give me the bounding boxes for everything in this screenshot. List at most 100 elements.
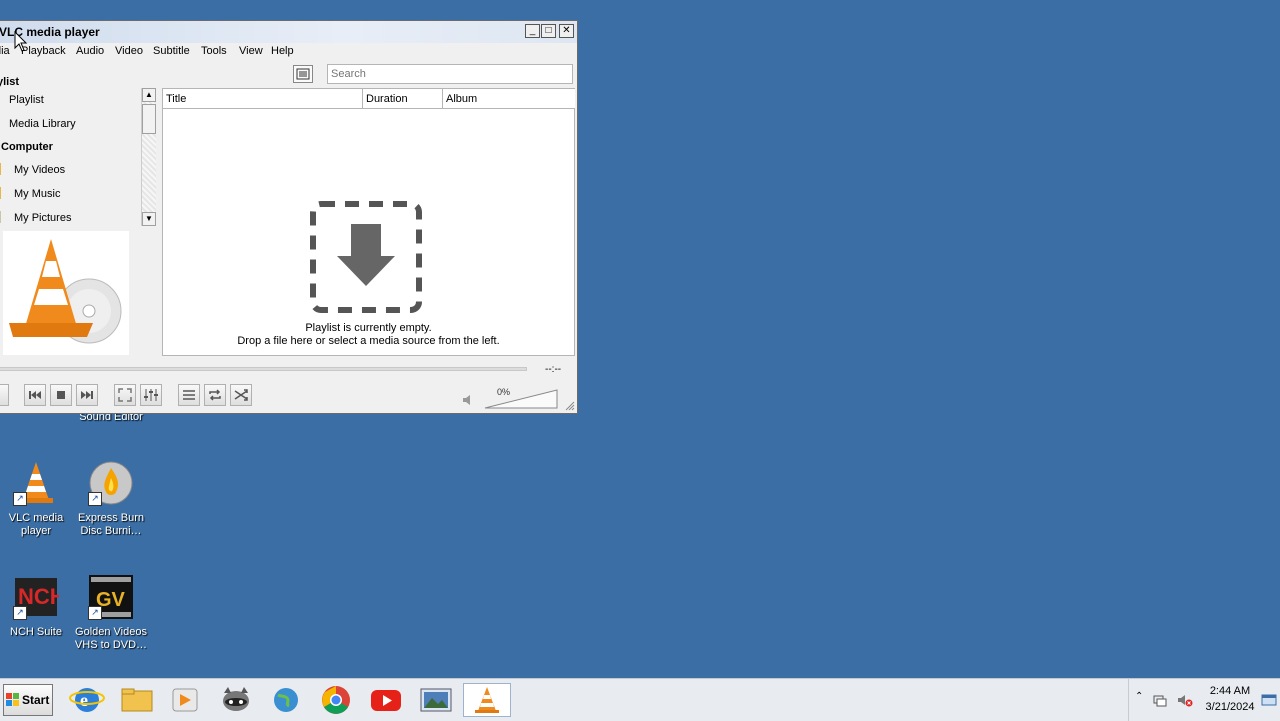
previous-icon — [29, 391, 41, 399]
youtube-icon — [371, 690, 401, 711]
taskbar-photo-app[interactable] — [416, 683, 456, 717]
taskbar-youtube[interactable] — [366, 683, 406, 717]
express-burn-icon: ↗ — [88, 460, 134, 506]
internet-explorer-icon: e — [69, 688, 105, 712]
sidebar: Playlist Media Library Computer My Video… — [0, 87, 157, 227]
stop-button[interactable] — [50, 384, 72, 406]
fullscreen-icon — [118, 388, 132, 402]
shuffle-button[interactable] — [230, 384, 252, 406]
mouse-cursor-icon — [14, 31, 28, 52]
vlc-cone-icon — [475, 687, 499, 713]
minimize-button[interactable]: _ — [525, 24, 540, 38]
menu-tools[interactable]: Tools — [201, 45, 227, 57]
volume-slider[interactable] — [483, 388, 559, 410]
clock-time[interactable]: 2:44 AM — [1200, 685, 1260, 697]
stop-icon — [57, 391, 65, 399]
taskbar-internet-explorer[interactable]: e — [67, 683, 107, 717]
start-label: Start — [22, 693, 50, 707]
album-art — [3, 231, 129, 355]
menu-help[interactable]: Help — [271, 45, 294, 57]
shortcut-arrow-icon: ↗ — [13, 606, 27, 620]
sidebar-scrollbar[interactable]: ▲ ▼ — [141, 88, 156, 226]
nch-suite-icon: NCH ↗ — [13, 574, 66, 620]
resize-grip-icon[interactable] — [564, 400, 575, 411]
taskbar-media-app[interactable] — [165, 683, 205, 717]
sidebar-item-my-music[interactable]: My Music — [14, 188, 60, 200]
menu-audio[interactable]: Audio — [76, 45, 104, 57]
show-hidden-icons-icon[interactable]: ⌃ — [1135, 691, 1143, 702]
time-display: --:-- — [545, 364, 562, 375]
playlist-view-button[interactable] — [293, 65, 313, 83]
maximize-button[interactable]: □ — [541, 24, 556, 38]
menu-view[interactable]: View — [239, 45, 263, 57]
taskbar-vlc[interactable] — [463, 683, 511, 717]
scroll-thumb[interactable] — [142, 104, 156, 134]
folder-icon — [0, 163, 1, 175]
volume-muted-icon[interactable] — [1177, 693, 1193, 707]
globe-icon — [274, 688, 298, 712]
close-button[interactable]: ✕ — [559, 24, 574, 38]
clock-date[interactable]: 3/21/2024 — [1200, 701, 1260, 713]
shortcut-arrow-icon: ↗ — [88, 492, 102, 506]
column-duration[interactable]: Duration — [363, 89, 443, 109]
column-title[interactable]: Title — [163, 89, 363, 109]
network-icon[interactable] — [1153, 693, 1167, 707]
menu-media[interactable]: dia — [0, 45, 10, 57]
sidebar-section-computer: Computer — [1, 141, 53, 153]
next-button[interactable] — [76, 384, 98, 406]
drop-arrow-icon — [310, 201, 422, 313]
previous-button[interactable] — [24, 384, 46, 406]
volume-percent: 0% — [497, 387, 511, 397]
golden-videos-icon: GV ↗ — [88, 574, 134, 620]
scroll-down-button[interactable]: ▼ — [142, 212, 156, 226]
taskbar-chrome[interactable] — [316, 683, 356, 717]
taskbar-globe-app[interactable] — [266, 683, 306, 717]
raccoon-icon — [223, 687, 249, 711]
next-icon — [81, 391, 93, 399]
shuffle-icon — [234, 389, 248, 401]
sidebar-item-playlist[interactable]: Playlist — [9, 94, 44, 106]
playlist-toggle-button[interactable] — [178, 384, 200, 406]
menu-subtitle[interactable]: Subtitle — [153, 45, 190, 57]
play-button[interactable] — [0, 384, 9, 406]
taskbar-raccoon-app[interactable] — [216, 683, 256, 717]
loop-icon — [209, 389, 221, 401]
column-album[interactable]: Album — [443, 89, 575, 109]
chrome-icon — [322, 686, 350, 714]
scroll-up-button[interactable]: ▲ — [142, 88, 156, 102]
picture-icon — [420, 688, 452, 712]
notification-icon[interactable] — [1261, 693, 1277, 707]
menu-bar: dia Playback Audio Video Subtitle Tools … — [0, 43, 577, 61]
sidebar-item-my-pictures[interactable]: My Pictures — [14, 212, 71, 224]
list-view-icon — [296, 68, 310, 80]
desktop-icon-express-burn[interactable]: ↗ Express Burn Disc Burni… — [73, 460, 149, 538]
desktop-icon-golden-videos[interactable]: GV ↗ Golden Videos VHS to DVD… — [73, 574, 149, 652]
shortcut-arrow-icon: ↗ — [88, 606, 102, 620]
empty-hint: Drop a file here or select a media sourc… — [237, 335, 500, 347]
sidebar-item-my-videos[interactable]: My Videos — [14, 164, 65, 176]
folder-icon — [121, 688, 153, 712]
empty-message: Playlist is currently empty. — [305, 322, 432, 334]
playlist-toolbar — [0, 63, 577, 87]
title-bar[interactable]: VLC media player _ □ ✕ — [0, 21, 577, 43]
folder-icon — [0, 211, 1, 223]
folder-icon — [0, 187, 1, 199]
sidebar-item-media-library[interactable]: Media Library — [9, 118, 76, 130]
playlist-icon — [183, 390, 195, 400]
loop-button[interactable] — [204, 384, 226, 406]
fullscreen-button[interactable] — [114, 384, 136, 406]
taskbar-file-explorer[interactable] — [117, 683, 157, 717]
seek-bar[interactable] — [0, 367, 527, 371]
desktop-icon-vlc[interactable]: ↗ VLC media player — [0, 460, 74, 538]
menu-video[interactable]: Video — [115, 45, 143, 57]
vlc-cone-icon: ↗ — [13, 460, 59, 506]
start-button[interactable]: Start — [3, 684, 53, 716]
playlist-area[interactable]: Title Duration Album Playlist is current… — [162, 88, 575, 356]
desktop-icon-label: NCH Suite — [10, 626, 62, 638]
search-input[interactable] — [327, 64, 573, 84]
speaker-icon[interactable] — [463, 395, 471, 405]
desktop-icon-nch-suite[interactable]: NCH ↗ NCH Suite — [0, 574, 74, 639]
desktop-icon-label: Golden Videos VHS to DVD… — [74, 626, 148, 651]
shortcut-arrow-icon: ↗ — [13, 492, 27, 506]
extended-settings-button[interactable] — [140, 384, 162, 406]
